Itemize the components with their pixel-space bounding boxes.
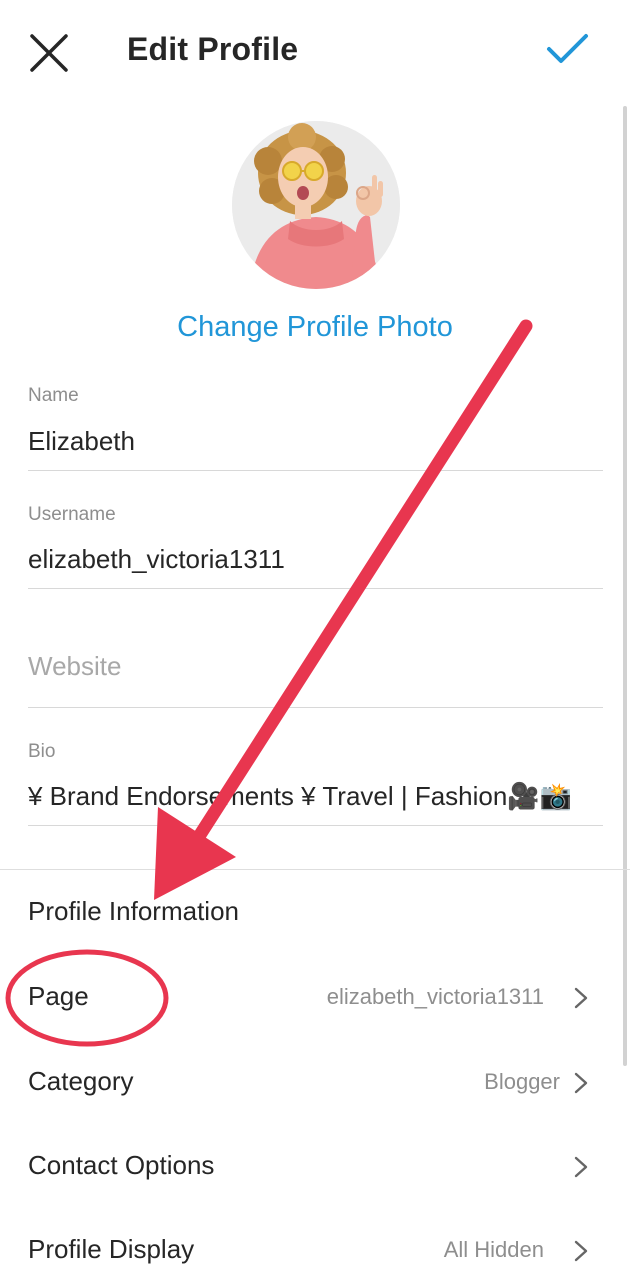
chevron-right-icon [574,1240,588,1262]
page-title: Edit Profile [127,31,299,67]
category-row[interactable]: Category Blogger [0,1052,630,1112]
section-divider [0,869,630,870]
page-row-value: elizabeth_victoria1311 [326,984,544,1009]
category-row-value: Blogger [484,1069,560,1094]
change-profile-photo-button[interactable]: Change Profile Photo [0,311,630,344]
contact-options-row[interactable]: Contact Options [0,1136,630,1196]
bio-label: Bio [28,741,56,762]
profile-display-row-value: All Hidden [443,1237,544,1262]
chevron-right-icon [574,1156,588,1178]
close-icon [30,34,68,72]
contact-options-row-label: Contact Options [28,1150,215,1180]
close-button[interactable] [26,30,72,76]
chevron-right-icon [574,987,588,1009]
chevron-right-icon [574,1072,588,1094]
username-field[interactable]: Username elizabeth_victoria1311 [28,499,603,589]
profile-photo [232,121,400,289]
profile-information-heading: Profile Information [28,896,239,926]
bio-input[interactable]: ¥ Brand Endorsements ¥ Travel | Fashion🎥… [28,781,603,812]
page-row[interactable]: Page elizabeth_victoria1311 [0,967,630,1027]
website-field[interactable]: Website [28,620,603,708]
name-field[interactable]: Name Elizabeth [28,380,603,471]
name-label: Name [28,385,79,406]
page-row-label: Page [28,981,89,1011]
scrollbar[interactable] [623,106,627,1066]
bio-field[interactable]: Bio ¥ Brand Endorsements ¥ Travel | Fash… [28,735,603,826]
profile-display-row-label: Profile Display [28,1234,195,1264]
website-input[interactable]: Website [28,651,603,682]
profile-display-row[interactable]: Profile Display All Hidden [0,1220,630,1280]
top-bar: Edit Profile [0,0,630,104]
category-row-label: Category [28,1066,134,1096]
username-input[interactable]: elizabeth_victoria1311 [28,544,603,575]
username-label: Username [28,504,116,525]
name-input[interactable]: Elizabeth [28,426,603,457]
checkmark-icon [547,34,588,63]
done-button[interactable] [542,30,592,70]
avatar[interactable] [232,121,400,289]
